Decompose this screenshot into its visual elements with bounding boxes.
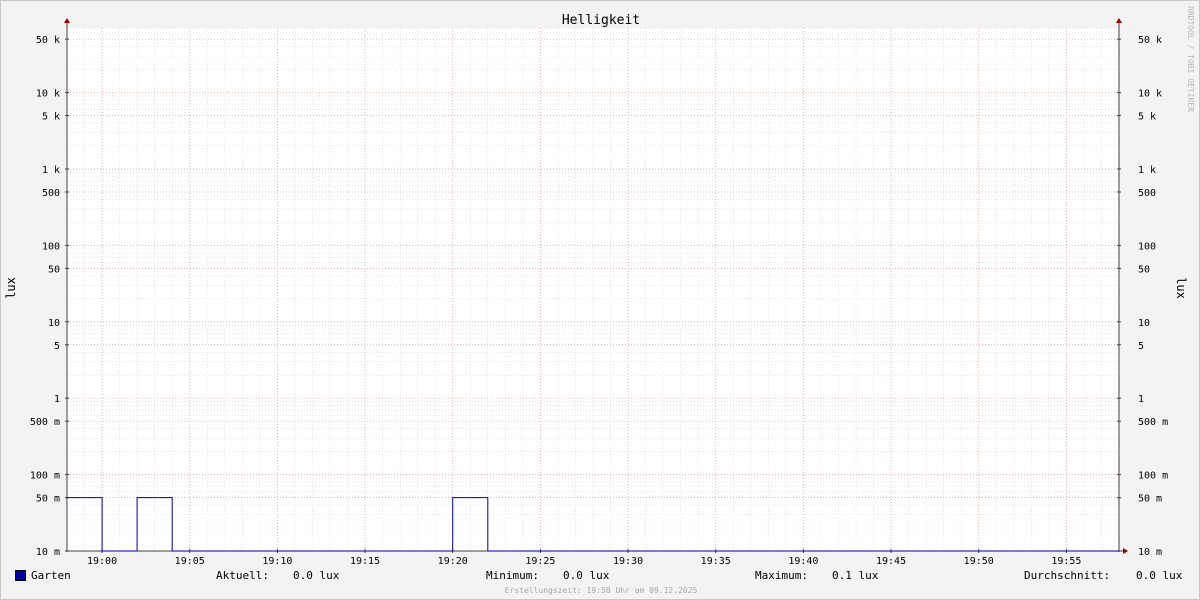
- watermark: RRDTOOL / TOBI OETIKER: [1186, 6, 1195, 112]
- y-tick-label-left: 500: [42, 188, 60, 199]
- y-tick-label-right: 10 k: [1138, 89, 1162, 100]
- grid-layer: [67, 27, 1119, 552]
- y-tick-label-left: 50 k: [36, 35, 60, 46]
- y-tick-label-right: 5 k: [1138, 112, 1156, 123]
- y-tick-label-left: 50 m: [36, 494, 60, 505]
- legend-maximum-label: Maximum:: [755, 569, 808, 582]
- legend-durchschnitt-value: 0.0 lux: [1136, 569, 1183, 582]
- y-axis-label-right: lux: [1174, 277, 1188, 299]
- y-tick-label-right: 500: [1138, 188, 1156, 199]
- y-tick-label-right: 10 m: [1138, 547, 1162, 558]
- y-tick-label-right: 1: [1138, 394, 1144, 405]
- y-tick-label-left: 1 k: [42, 165, 60, 176]
- y-tick-label-left: 100: [42, 241, 60, 252]
- y-tick-label-right: 50 m: [1138, 494, 1162, 505]
- y-tick-label-left: 10: [48, 318, 60, 329]
- y-tick-label-right: 500 m: [1138, 417, 1168, 428]
- x-tick-label: 19:35: [701, 556, 731, 567]
- y-tick-label-left: 500 m: [30, 417, 60, 428]
- y-tick-label-left: 10 k: [36, 89, 60, 100]
- x-tick-label: 19:45: [876, 556, 906, 567]
- x-axis-arrow: [1123, 548, 1128, 554]
- y-axis-arrow-right: [1116, 18, 1122, 23]
- x-tick-label: 19:00: [87, 556, 117, 567]
- legend-maximum-value: 0.1 lux: [832, 569, 879, 582]
- legend-swatch-garten: [15, 570, 26, 581]
- legend-durchschnitt-label: Durchschnitt:: [1024, 569, 1111, 582]
- x-tick-label: 19:40: [788, 556, 818, 567]
- y-tick-label-right: 100 m: [1138, 471, 1168, 482]
- x-tick-label: 19:15: [350, 556, 380, 567]
- legend-aktuell-value: 0.0 lux: [293, 569, 340, 582]
- chart-container: 50 k 50 k 10 k 10 k5 k5 k1 k1 k 500 500 100 100…: [0, 0, 1200, 600]
- x-tick-label: 19:05: [175, 556, 205, 567]
- y-tick-label-left: 5: [54, 341, 60, 352]
- y-axis-label-left: lux: [4, 277, 18, 299]
- y-tick-label-right: 50: [1138, 264, 1150, 275]
- y-tick-label-right: 100: [1138, 241, 1156, 252]
- y-tick-label-left: 10 m: [36, 547, 60, 558]
- legend-series-name: Garten: [31, 569, 71, 582]
- y-tick-label-right: 50 k: [1138, 35, 1162, 46]
- legend-aktuell-label: Aktuell:: [216, 569, 269, 582]
- y-tick-label-left: 50: [48, 264, 60, 275]
- x-tick-label: 19:25: [525, 556, 555, 567]
- legend-minimum-value: 0.0 lux: [563, 569, 610, 582]
- x-tick-label: 19:50: [964, 556, 994, 567]
- x-tick-label: 19:20: [438, 556, 468, 567]
- x-tick-label: 19:55: [1051, 556, 1081, 567]
- y-axis-arrow-left: [64, 18, 70, 23]
- y-tick-label-left: 1: [54, 394, 60, 405]
- x-tick-label: 19:30: [613, 556, 643, 567]
- y-tick-label-right: 5: [1138, 341, 1144, 352]
- y-tick-label-right: 1 k: [1138, 165, 1156, 176]
- legend-minimum-label: Minimum:: [486, 569, 539, 582]
- chart-title: Helligkeit: [562, 13, 640, 28]
- footer-timestamp: Erstellungszeit: 19:58 Uhr am 09.12.2025: [505, 586, 698, 595]
- x-tick-label: 19:10: [262, 556, 292, 567]
- y-tick-label-right: 10: [1138, 318, 1150, 329]
- chart-canvas: 50 k 50 k10 k 10 k5 k5 k1 k1 k500 500100 100…: [4, 6, 1195, 595]
- y-tick-label-left: 5 k: [42, 112, 60, 123]
- y-tick-label-left: 100 m: [30, 471, 60, 482]
